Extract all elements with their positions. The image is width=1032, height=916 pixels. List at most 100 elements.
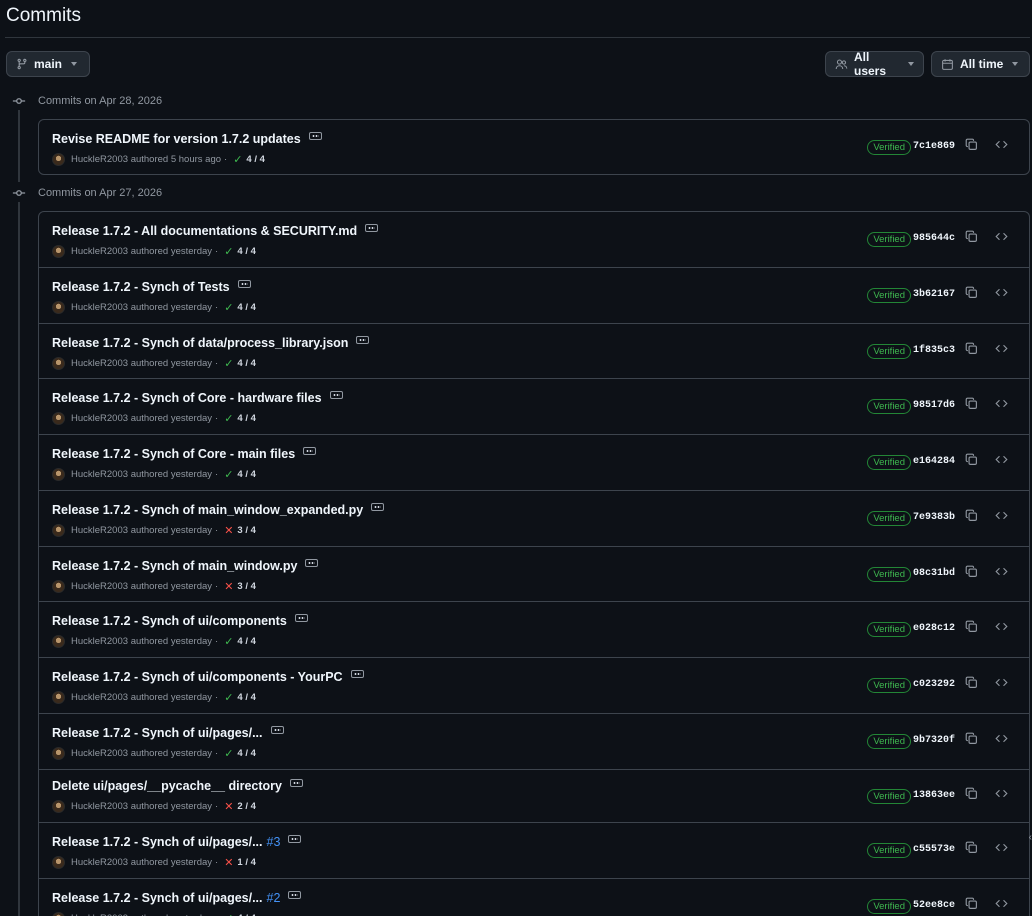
expand-message-icon[interactable]	[356, 336, 370, 344]
commit-sha-link[interactable]: 9b7320f	[913, 735, 955, 746]
avatar[interactable]	[52, 800, 65, 813]
copy-sha-button[interactable]	[963, 138, 979, 155]
checks-count[interactable]: 1 / 4	[237, 857, 256, 868]
avatar[interactable]	[52, 635, 65, 648]
commit-row[interactable]: Release 1.7.2 - Synch of Tests HuckleR200…	[39, 268, 1029, 324]
copy-sha-button[interactable]	[963, 342, 979, 359]
browse-files-button[interactable]	[993, 621, 1009, 637]
checks-count[interactable]: 4 / 4	[237, 636, 256, 647]
commit-title-link[interactable]: Release 1.7.2 - Synch of ui/pages/... #2	[52, 891, 302, 905]
verified-badge[interactable]: Verified	[867, 843, 911, 858]
commit-sha-link[interactable]: e028c12	[913, 623, 955, 634]
expand-message-icon[interactable]	[288, 891, 302, 899]
browse-files-button[interactable]	[993, 231, 1009, 247]
x-icon[interactable]: ✕	[224, 524, 233, 537]
commit-message[interactable]: Release 1.7.2 - All documentations & SEC…	[52, 224, 357, 238]
verified-badge[interactable]: Verified	[867, 288, 911, 303]
copy-sha-button[interactable]	[963, 509, 979, 526]
avatar[interactable]	[52, 412, 65, 425]
commit-title-link[interactable]: Delete ui/pages/__pycache__ directory	[52, 779, 303, 793]
commit-sha-link[interactable]: 7e9383b	[913, 512, 955, 523]
commit-row[interactable]: Release 1.7.2 - Synch of ui/pages/... Huc…	[39, 714, 1029, 770]
commit-sha-link[interactable]: c55573e	[913, 844, 955, 855]
checks-count[interactable]: 4 / 4	[246, 154, 265, 165]
verified-badge[interactable]: Verified	[867, 567, 911, 582]
author-link[interactable]: HuckleR2003	[71, 525, 128, 536]
check-icon[interactable]: ✓	[224, 691, 233, 704]
verified-badge[interactable]: Verified	[867, 899, 911, 914]
commit-title-link[interactable]: Release 1.7.2 - Synch of ui/components	[52, 614, 308, 628]
checks-count[interactable]: 4 / 4	[237, 692, 256, 703]
commit-message[interactable]: Release 1.7.2 - Synch of Core - hardware…	[52, 391, 322, 405]
avatar[interactable]	[52, 580, 65, 593]
commit-sha-link[interactable]: 98517d6	[913, 400, 955, 411]
commit-row[interactable]: Revise README for version 1.7.2 updates H…	[39, 120, 1029, 174]
commit-message[interactable]: Release 1.7.2 - Synch of Core - main fil…	[52, 447, 295, 461]
avatar[interactable]	[52, 912, 65, 916]
checks-count[interactable]: 3 / 4	[237, 525, 256, 536]
browse-files-button[interactable]	[993, 510, 1009, 526]
author-link[interactable]: HuckleR2003	[71, 692, 128, 703]
commit-row[interactable]: Release 1.7.2 - Synch of ui/components Hu…	[39, 602, 1029, 658]
avatar[interactable]	[52, 691, 65, 704]
check-icon[interactable]: ✓	[224, 912, 233, 916]
branch-selector-button[interactable]: main	[6, 51, 90, 77]
checks-count[interactable]: 4 / 4	[237, 302, 256, 313]
commit-sha-link[interactable]: 13863ee	[913, 790, 955, 801]
commit-message[interactable]: Release 1.7.2 - Synch of main_window_exp…	[52, 503, 363, 517]
commit-title-link[interactable]: Release 1.7.2 - Synch of Core - hardware…	[52, 391, 343, 405]
author-link[interactable]: HuckleR2003	[71, 302, 128, 313]
author-link[interactable]: HuckleR2003	[71, 581, 128, 592]
check-icon[interactable]: ✓	[224, 301, 233, 314]
copy-sha-button[interactable]	[963, 397, 979, 414]
browse-files-button[interactable]	[993, 566, 1009, 582]
commit-title-link[interactable]: Release 1.7.2 - Synch of data/process_li…	[52, 336, 370, 350]
commit-message[interactable]: Release 1.7.2 - Synch of ui/pages/...	[52, 891, 263, 905]
checks-count[interactable]: 3 / 4	[237, 581, 256, 592]
browse-files-button[interactable]	[993, 788, 1009, 804]
verified-badge[interactable]: Verified	[867, 622, 911, 637]
commit-title-link[interactable]: Release 1.7.2 - Synch of Tests	[52, 280, 251, 294]
expand-message-icon[interactable]	[303, 447, 317, 455]
checks-count[interactable]: 4 / 4	[237, 748, 256, 759]
commit-sha-link[interactable]: 7c1e869	[913, 141, 955, 152]
commit-row[interactable]: Delete ui/pages/__pycache__ directory Huc…	[39, 770, 1029, 823]
check-icon[interactable]: ✓	[224, 468, 233, 481]
avatar[interactable]	[52, 856, 65, 869]
commit-sha-link[interactable]: 985644c	[913, 233, 955, 244]
commit-sha-link[interactable]: 1f835c3	[913, 345, 955, 356]
browse-files-button[interactable]	[993, 454, 1009, 470]
avatar[interactable]	[52, 747, 65, 760]
checks-count[interactable]: 4 / 4	[237, 413, 256, 424]
verified-badge[interactable]: Verified	[867, 511, 911, 526]
copy-sha-button[interactable]	[963, 841, 979, 858]
commit-row[interactable]: Release 1.7.2 - All documentations & SEC…	[39, 212, 1029, 268]
browse-files-button[interactable]	[993, 287, 1009, 303]
commit-message[interactable]: Release 1.7.2 - Synch of ui/pages/...	[52, 726, 263, 740]
author-link[interactable]: HuckleR2003	[71, 413, 128, 424]
x-icon[interactable]: ✕	[224, 580, 233, 593]
commit-title-link[interactable]: Release 1.7.2 - Synch of Core - main fil…	[52, 447, 317, 461]
author-link[interactable]: HuckleR2003	[71, 154, 128, 165]
author-link[interactable]: HuckleR2003	[71, 801, 128, 812]
time-filter-button[interactable]: All time	[931, 51, 1030, 77]
avatar[interactable]	[52, 524, 65, 537]
commit-message[interactable]: Release 1.7.2 - Synch of ui/components	[52, 614, 287, 628]
commit-row[interactable]: Release 1.7.2 - Synch of Core - hardware…	[39, 379, 1029, 435]
commit-title-link[interactable]: Release 1.7.2 - Synch of ui/components -…	[52, 670, 364, 684]
commit-message[interactable]: Revise README for version 1.7.2 updates	[52, 132, 301, 146]
copy-sha-button[interactable]	[963, 620, 979, 637]
x-icon[interactable]: ✕	[224, 856, 233, 869]
verified-badge[interactable]: Verified	[867, 789, 911, 804]
browse-files-button[interactable]	[993, 677, 1009, 693]
copy-sha-button[interactable]	[963, 286, 979, 303]
verified-badge[interactable]: Verified	[867, 455, 911, 470]
pull-request-link[interactable]: #3	[267, 835, 281, 849]
commit-sha-link[interactable]: e164284	[913, 456, 955, 467]
commit-message[interactable]: Release 1.7.2 - Synch of data/process_li…	[52, 336, 348, 350]
check-icon[interactable]: ✓	[233, 153, 242, 166]
commit-message[interactable]: Release 1.7.2 - Synch of main_window.py	[52, 559, 297, 573]
checks-count[interactable]: 4 / 4	[237, 246, 256, 257]
avatar[interactable]	[52, 153, 65, 166]
expand-message-icon[interactable]	[288, 835, 302, 843]
